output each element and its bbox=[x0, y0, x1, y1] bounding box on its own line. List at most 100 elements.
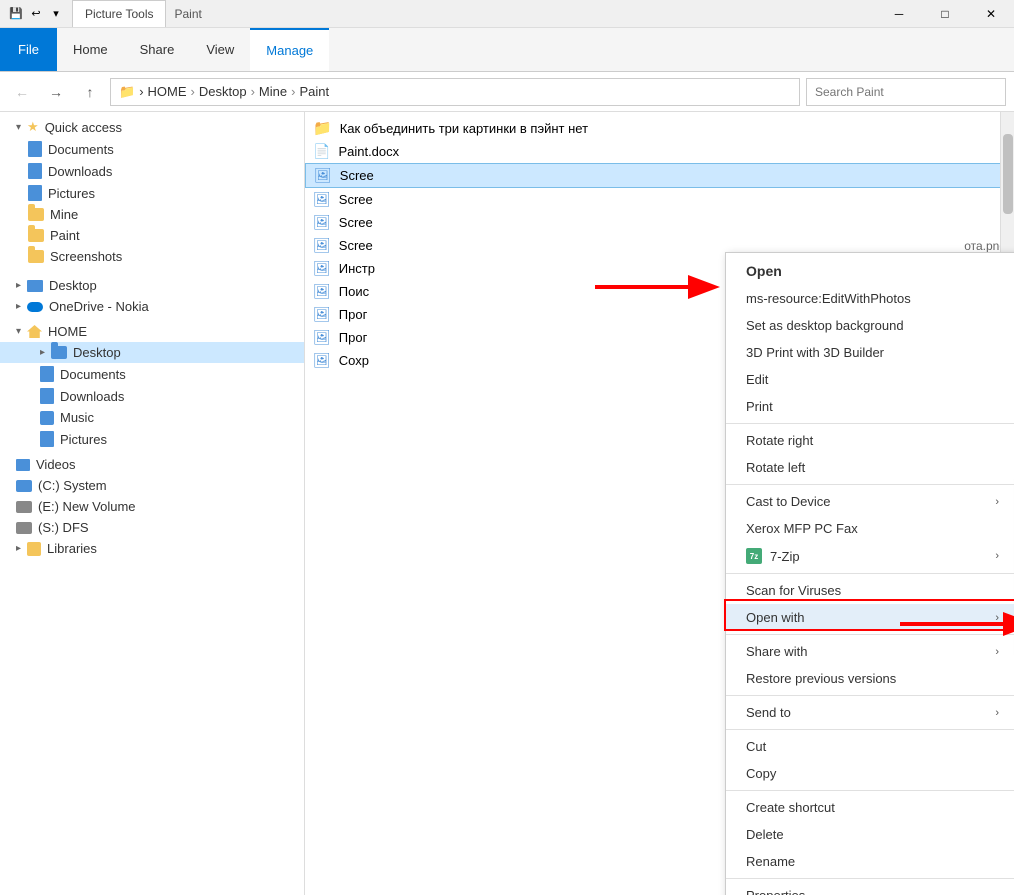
sidebar-libraries[interactable]: ▸ Libraries bbox=[0, 538, 304, 559]
sidebar-item-downloads[interactable]: Downloads bbox=[0, 160, 304, 182]
back-button[interactable]: ← bbox=[8, 78, 36, 106]
dropdown-icon[interactable]: ▾ bbox=[48, 6, 64, 22]
folder-icon-1: 📁 bbox=[313, 119, 332, 137]
file-name-9: Прог bbox=[339, 307, 368, 322]
file-item-5[interactable]: 🖼 Scree bbox=[305, 211, 1014, 234]
sidebar-item-home-desktop[interactable]: ▸ Desktop bbox=[0, 342, 304, 363]
sidebar-onedrive[interactable]: ▸ OneDrive - Nokia bbox=[0, 296, 304, 317]
breadcrumb[interactable]: 📁 › HOME › Desktop › Mine › Paint bbox=[110, 78, 800, 106]
home-desktop-expand-icon: ▸ bbox=[40, 347, 45, 358]
minimize-button[interactable]: ─ bbox=[876, 0, 922, 28]
tab-view[interactable]: View bbox=[190, 28, 250, 71]
ctx-3d-print[interactable]: 3D Print with 3D Builder bbox=[726, 339, 1014, 366]
file-name-1: Как объединить три картинки в пэйнт нет bbox=[340, 121, 588, 136]
downloads-icon bbox=[28, 163, 42, 179]
drive-s-label: (S:) DFS bbox=[38, 520, 89, 535]
sidebar-item-pictures[interactable]: Pictures bbox=[0, 182, 304, 204]
breadcrumb-paint[interactable]: Paint bbox=[299, 84, 329, 99]
file-item-1[interactable]: 📁 Как объединить три картинки в пэйнт не… bbox=[305, 116, 1014, 140]
ctx-sep-2 bbox=[726, 484, 1014, 485]
sidebar-drive-c[interactable]: (C:) System bbox=[0, 475, 304, 496]
sidebar-item-mine[interactable]: Mine bbox=[0, 204, 304, 225]
ctx-open[interactable]: Open bbox=[726, 257, 1014, 285]
img-icon-7: 🖼 bbox=[313, 260, 331, 277]
tab-share[interactable]: Share bbox=[124, 28, 191, 71]
sidebar-item-documents[interactable]: Documents bbox=[0, 138, 304, 160]
ctx-set-desktop[interactable]: Set as desktop background bbox=[726, 312, 1014, 339]
sidebar-videos[interactable]: Videos bbox=[0, 454, 304, 475]
desktop-icon bbox=[27, 280, 43, 292]
ctx-copy[interactable]: Copy bbox=[726, 760, 1014, 787]
img-icon-4: 🖼 bbox=[313, 191, 331, 208]
file-name-7: Инстр bbox=[339, 261, 375, 276]
ctx-scan[interactable]: Scan for Viruses bbox=[726, 577, 1014, 604]
sidebar-item-screenshots[interactable]: Screenshots bbox=[0, 246, 304, 267]
search-input[interactable] bbox=[806, 78, 1006, 106]
ctx-send-to-arrow: › bbox=[995, 707, 999, 719]
ctx-rotate-left[interactable]: Rotate left bbox=[726, 454, 1014, 481]
ctx-rotate-right[interactable]: Rotate right bbox=[726, 427, 1014, 454]
file-name-6: Scree bbox=[339, 238, 373, 253]
sidebar-desktop[interactable]: ▸ Desktop bbox=[0, 275, 304, 296]
file-item-2[interactable]: 📄 Paint.docx bbox=[305, 140, 1014, 163]
ctx-cut[interactable]: Cut bbox=[726, 733, 1014, 760]
breadcrumb-desktop[interactable]: Desktop bbox=[199, 84, 247, 99]
sidebar-drive-e[interactable]: (E:) New Volume bbox=[0, 496, 304, 517]
sidebar-home[interactable]: ▾ HOME bbox=[0, 321, 304, 342]
sidebar-item-paint[interactable]: Paint bbox=[0, 225, 304, 246]
ctx-print[interactable]: Print bbox=[726, 393, 1014, 420]
file-name-11: Сохр bbox=[339, 353, 369, 368]
sidebar-item-home-pictures[interactable]: Pictures bbox=[0, 428, 304, 450]
ctx-properties[interactable]: Properties bbox=[726, 882, 1014, 895]
close-button[interactable]: ✕ bbox=[968, 0, 1014, 28]
sidebar-item-home-downloads[interactable]: Downloads bbox=[0, 385, 304, 407]
home-music-label: Music bbox=[60, 410, 94, 425]
breadcrumb-home[interactable]: HOME bbox=[148, 84, 187, 99]
drive-s-icon bbox=[16, 522, 32, 534]
breadcrumb-mine[interactable]: Mine bbox=[259, 84, 287, 99]
ctx-send-to[interactable]: Send to › bbox=[726, 699, 1014, 726]
desktop-expand-icon: ▸ bbox=[16, 280, 21, 291]
maximize-button[interactable]: □ bbox=[922, 0, 968, 28]
ctx-cast-label: Cast to Device bbox=[746, 494, 831, 509]
undo-icon[interactable]: ↩ bbox=[28, 6, 44, 22]
file-name-4: Scree bbox=[339, 192, 373, 207]
ctx-edit-photos[interactable]: ms-resource:EditWithPhotos bbox=[726, 285, 1014, 312]
ctx-rename[interactable]: Rename bbox=[726, 848, 1014, 875]
file-item-4[interactable]: 🖼 Scree bbox=[305, 188, 1014, 211]
ctx-edit[interactable]: Edit bbox=[726, 366, 1014, 393]
ctx-7zip[interactable]: 7z 7-Zip › bbox=[726, 542, 1014, 570]
sidebar-item-home-documents[interactable]: Documents bbox=[0, 363, 304, 385]
breadcrumb-sep3: › bbox=[251, 84, 255, 99]
address-bar: ← → ↑ 📁 › HOME › Desktop › Mine › Paint bbox=[0, 72, 1014, 112]
ctx-cast[interactable]: Cast to Device › bbox=[726, 488, 1014, 515]
onedrive-expand-icon: ▸ bbox=[16, 301, 21, 312]
libraries-expand-icon: ▸ bbox=[16, 543, 21, 554]
ctx-xerox[interactable]: Xerox MFP PC Fax bbox=[726, 515, 1014, 542]
title-icons: 💾 ↩ ▾ bbox=[0, 0, 72, 27]
img-icon-11: 🖼 bbox=[313, 352, 331, 369]
forward-button[interactable]: → bbox=[42, 78, 70, 106]
ctx-restore[interactable]: Restore previous versions bbox=[726, 665, 1014, 692]
scrollbar-thumb[interactable] bbox=[1003, 134, 1013, 214]
doc-icon-2: 📄 bbox=[313, 143, 330, 160]
sidebar-quick-access[interactable]: ▾ ★ Quick access bbox=[0, 116, 304, 138]
home-music-icon bbox=[40, 411, 54, 425]
red-arrow-1 bbox=[590, 272, 720, 305]
up-button[interactable]: ↑ bbox=[76, 78, 104, 106]
home-downloads-icon bbox=[40, 388, 54, 404]
sidebar-item-home-music[interactable]: Music bbox=[0, 407, 304, 428]
file-item-3[interactable]: 🖼 Scree bbox=[305, 163, 1014, 188]
sidebar: ▾ ★ Quick access Documents Downloads Pic… bbox=[0, 112, 305, 895]
ctx-create-shortcut[interactable]: Create shortcut bbox=[726, 794, 1014, 821]
ctx-7zip-arrow: › bbox=[995, 550, 999, 562]
ctx-delete[interactable]: Delete bbox=[726, 821, 1014, 848]
tab-manage[interactable]: Manage bbox=[250, 28, 329, 71]
breadcrumb-folder-icon: 📁 bbox=[119, 84, 135, 100]
sidebar-drive-s[interactable]: (S:) DFS bbox=[0, 517, 304, 538]
drive-c-icon bbox=[16, 480, 32, 492]
tab-file[interactable]: File bbox=[0, 28, 57, 71]
ctx-sep-1 bbox=[726, 423, 1014, 424]
tab-home[interactable]: Home bbox=[57, 28, 124, 71]
ctx-send-to-label: Send to bbox=[746, 705, 791, 720]
